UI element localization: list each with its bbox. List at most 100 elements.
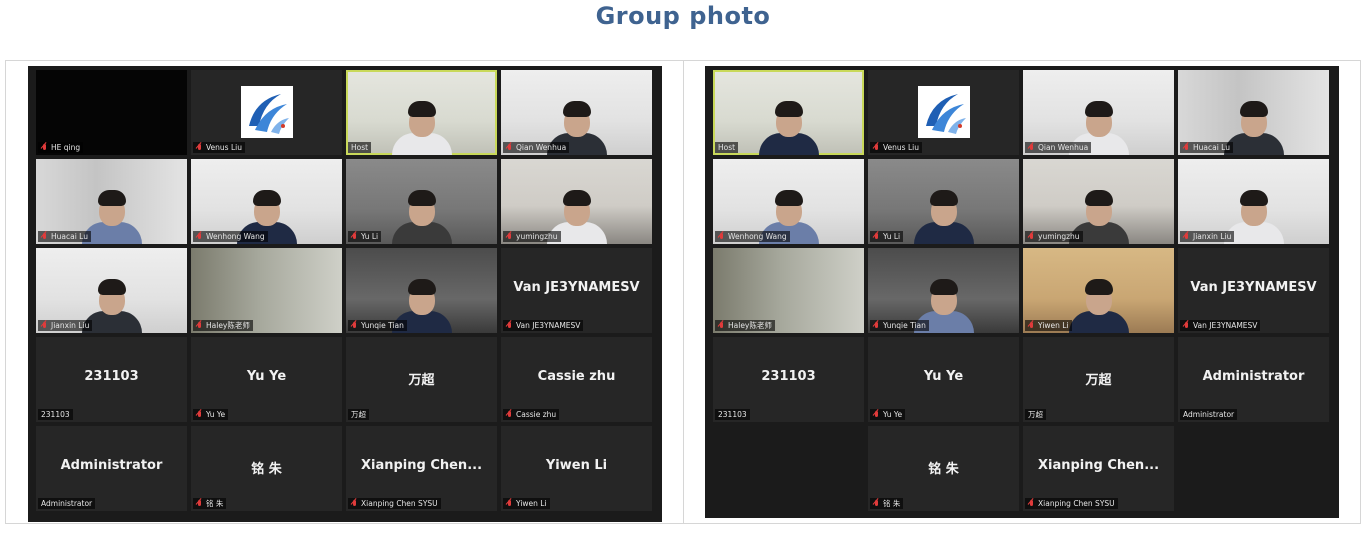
participant-tile[interactable]: Yu Li	[868, 159, 1019, 244]
participant-tile[interactable]: Jianxin Liu	[1178, 159, 1329, 244]
mic-muted-icon	[506, 321, 513, 330]
participant-tile[interactable]: Van JE3YNAMESV Van JE3YNAMESV	[1178, 248, 1329, 333]
participant-name-label: Jianxin Liu	[38, 320, 93, 331]
participant-name: Xianping Chen SYSU	[361, 499, 438, 508]
mic-muted-icon	[506, 410, 513, 419]
participant-name-label: Huacai Lu	[1180, 142, 1233, 153]
participant-tile[interactable]: Huacai Lu	[1178, 70, 1329, 155]
participant-tile	[713, 426, 864, 511]
participant-name-display: 铭 朱	[251, 462, 282, 477]
participant-tile[interactable]: Wenhong Wang	[713, 159, 864, 244]
mic-muted-icon	[196, 232, 203, 241]
participant-name-label: Van JE3YNAMESV	[1180, 320, 1261, 331]
mic-muted-icon	[506, 232, 513, 241]
participant-name-display: Van JE3YNAMESV	[1190, 280, 1317, 295]
mic-muted-icon	[1183, 321, 1190, 330]
participant-tile[interactable]: Haley陈老师	[191, 248, 342, 333]
participant-tile[interactable]: Yu Li	[346, 159, 497, 244]
mic-muted-icon	[196, 499, 203, 508]
participant-name-label: Wenhong Wang	[193, 231, 268, 242]
mic-muted-icon	[506, 499, 513, 508]
participant-tile[interactable]: 231103 231103	[36, 337, 187, 422]
participant-tile[interactable]: Venus Liu	[191, 70, 342, 155]
participant-tile[interactable]: 万超 万超	[1023, 337, 1174, 422]
participant-tile[interactable]: 万超 万超	[346, 337, 497, 422]
participant-name: Yiwen Li	[1038, 321, 1069, 330]
participant-tile[interactable]: Yu Ye Yu Ye	[191, 337, 342, 422]
participant-name: Host	[718, 143, 736, 152]
participant-tile[interactable]: Host	[346, 70, 497, 155]
participant-tile[interactable]: Yu Ye Yu Ye	[868, 337, 1019, 422]
participant-video	[1064, 263, 1134, 333]
mic-muted-icon	[1028, 143, 1035, 152]
participant-name: yumingzhu	[1038, 232, 1080, 241]
participant-tile[interactable]: Administrator Administrator	[1178, 337, 1329, 422]
mic-muted-icon	[873, 232, 880, 241]
participant-name: Jianxin Liu	[51, 321, 90, 330]
participant-name: Qian Wenhua	[1038, 143, 1089, 152]
mic-muted-icon	[196, 321, 203, 330]
participant-tile[interactable]: 铭 朱铭 朱	[868, 426, 1019, 511]
mic-muted-icon	[41, 143, 48, 152]
participant-tile[interactable]: Haley陈老师	[713, 248, 864, 333]
participant-tile[interactable]: Host	[713, 70, 864, 155]
page-title: Group photo	[595, 2, 771, 30]
participant-tile[interactable]: Yiwen Li	[1023, 248, 1174, 333]
participant-video	[387, 85, 457, 155]
participant-name-label: Yu Ye	[193, 409, 229, 420]
participant-name: HE qing	[51, 143, 81, 152]
participant-name-label: Jianxin Liu	[1180, 231, 1235, 242]
participant-tile[interactable]: Jianxin Liu	[36, 248, 187, 333]
meeting-screenshot-left: HE qing Venus Liu Host Qian Wenhua Huacai Lu…	[28, 66, 662, 522]
participant-name: Huacai Lu	[51, 232, 88, 241]
participant-name-label: Yunqie Tian	[348, 320, 407, 331]
participant-name-label: Host	[715, 142, 739, 153]
participant-name: yumingzhu	[516, 232, 558, 241]
participant-name-label: Huacai Lu	[38, 231, 91, 242]
participant-tile[interactable]: Wenhong Wang	[191, 159, 342, 244]
participant-name: Venus Liu	[883, 143, 919, 152]
participant-tile[interactable]: Van JE3YNAMESV Van JE3YNAMESV	[501, 248, 652, 333]
participant-name: Yunqie Tian	[361, 321, 404, 330]
participant-tile[interactable]: 231103 231103	[713, 337, 864, 422]
participant-video	[754, 85, 824, 155]
participant-tile[interactable]: yumingzhu	[501, 159, 652, 244]
participant-name-display: 铭 朱	[928, 462, 959, 477]
participant-tile[interactable]: Cassie zhu Cassie zhu	[501, 337, 652, 422]
participant-tile[interactable]: Huacai Lu	[36, 159, 187, 244]
participant-name-label: Wenhong Wang	[715, 231, 790, 242]
participant-tile[interactable]: Xianping Chen... Xianping Chen SYSU	[346, 426, 497, 511]
participant-name-label: Administrator	[1180, 409, 1238, 420]
participant-tile[interactable]: Yunqie Tian	[868, 248, 1019, 333]
participant-name: Qian Wenhua	[516, 143, 567, 152]
participant-tile[interactable]: Qian Wenhua	[501, 70, 652, 155]
mic-muted-icon	[351, 499, 358, 508]
meeting-screenshot-right: Host Venus Liu Qian Wenhua Huacai Lu Wenhong…	[705, 66, 1339, 518]
participant-tile[interactable]: Yunqie Tian	[346, 248, 497, 333]
participant-name-label: Yu Li	[870, 231, 904, 242]
participant-tile[interactable]: Qian Wenhua	[1023, 70, 1174, 155]
participant-tile[interactable]: Administrator Administrator	[36, 426, 187, 511]
participant-name-display: Yu Ye	[246, 369, 287, 384]
participant-name: 铭 朱	[206, 499, 224, 508]
participant-name: Van JE3YNAMESV	[1193, 321, 1258, 330]
participant-name-label: 万超	[348, 409, 369, 420]
participant-tile[interactable]: Venus Liu	[868, 70, 1019, 155]
participant-name: Haley陈老师	[206, 321, 250, 330]
participant-tile[interactable]: yumingzhu	[1023, 159, 1174, 244]
mic-muted-icon	[718, 321, 725, 330]
participant-name: 万超	[1028, 410, 1043, 419]
participant-name-display: 231103	[761, 369, 816, 384]
participant-tile[interactable]: Yiwen Li Yiwen Li	[501, 426, 652, 511]
frame-divider	[683, 60, 684, 524]
participant-name-label: 铭 朱	[870, 498, 904, 509]
participant-name-label: 铭 朱	[193, 498, 227, 509]
participant-name: Jianxin Liu	[1193, 232, 1232, 241]
participant-video	[387, 174, 457, 244]
participant-tile	[1178, 426, 1329, 511]
participant-tile[interactable]: Xianping Chen... Xianping Chen SYSU	[1023, 426, 1174, 511]
participant-tile[interactable]: HE qing	[36, 70, 187, 155]
mic-muted-icon	[873, 143, 880, 152]
participant-name-label: Van JE3YNAMESV	[503, 320, 584, 331]
participant-tile[interactable]: 铭 朱铭 朱	[191, 426, 342, 511]
